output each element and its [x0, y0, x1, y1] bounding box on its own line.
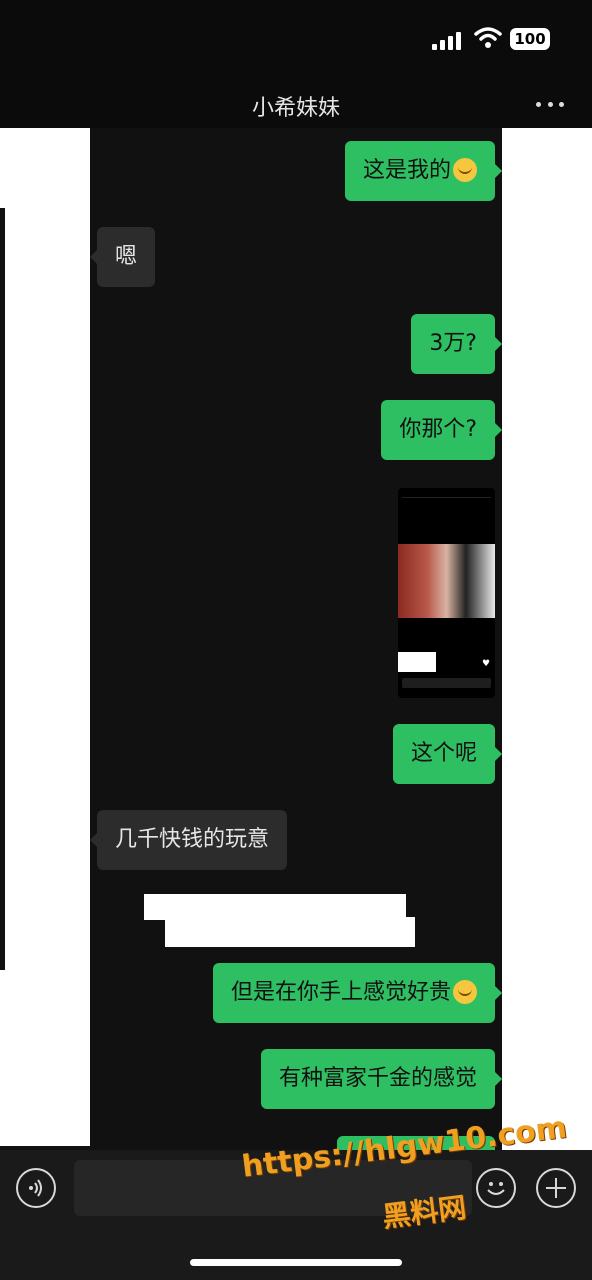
status-bar: [0, 0, 592, 80]
redaction-panel-left: [5, 128, 90, 1146]
redaction-panel-right: [502, 128, 592, 1150]
redaction-edge: [0, 128, 5, 208]
more-options-icon[interactable]: [536, 102, 564, 108]
message-text: 有种富家千金的感觉: [278, 1066, 477, 1091]
laughing-emoji-icon: [453, 980, 477, 1004]
smiley-icon: [487, 1182, 505, 1195]
message-bubble-received[interactable]: 几千快钱的玩意: [89, 810, 288, 870]
heart-icon: ♥: [482, 659, 491, 669]
message-bubble-sent[interactable]: 这个呢: [392, 724, 503, 784]
message-text: 3万?: [429, 331, 477, 356]
message-bubble-sent[interactable]: 有种富家千金的感觉: [260, 1049, 503, 1109]
message-bubble-sent[interactable]: 这是我的: [344, 141, 503, 201]
message-bubble-sent[interactable]: 你那个?: [381, 400, 502, 460]
message-text: 这是我的: [362, 158, 451, 183]
battery-indicator: 100: [510, 28, 550, 50]
home-indicator: [190, 1259, 402, 1266]
message-text: 几千快钱的玩意: [115, 827, 270, 852]
message-text: 但是在你手上感觉好贵: [230, 980, 451, 1005]
message-bubble-received[interactable]: 嗯: [89, 227, 156, 287]
thumbnail-status-bar: [402, 491, 491, 498]
redaction-block: [165, 917, 415, 947]
thumbnail-input-bar: [402, 678, 491, 688]
add-button[interactable]: [536, 1168, 576, 1208]
message-text: 嗯: [115, 244, 138, 269]
redaction-edge: [0, 970, 5, 1146]
image-message[interactable]: ♥: [398, 488, 495, 698]
chat-title: 小希妹妹: [251, 96, 340, 121]
message-bubble-sent[interactable]: 3万?: [411, 314, 502, 374]
thumbnail-redaction: [398, 652, 436, 672]
laughing-emoji-icon: [453, 158, 477, 182]
wifi-icon: [474, 27, 502, 48]
voice-input-button[interactable]: [16, 1168, 56, 1208]
thumbnail-photo: [398, 544, 495, 618]
cellular-signal-icon: [432, 30, 466, 50]
voice-icon: [29, 1179, 42, 1197]
message-bubble-sent[interactable]: 但是在你手上感觉好贵: [212, 963, 503, 1023]
message-text: 你那个?: [399, 417, 477, 442]
emoji-button[interactable]: [476, 1168, 516, 1208]
message-text: 这个呢: [410, 741, 477, 766]
